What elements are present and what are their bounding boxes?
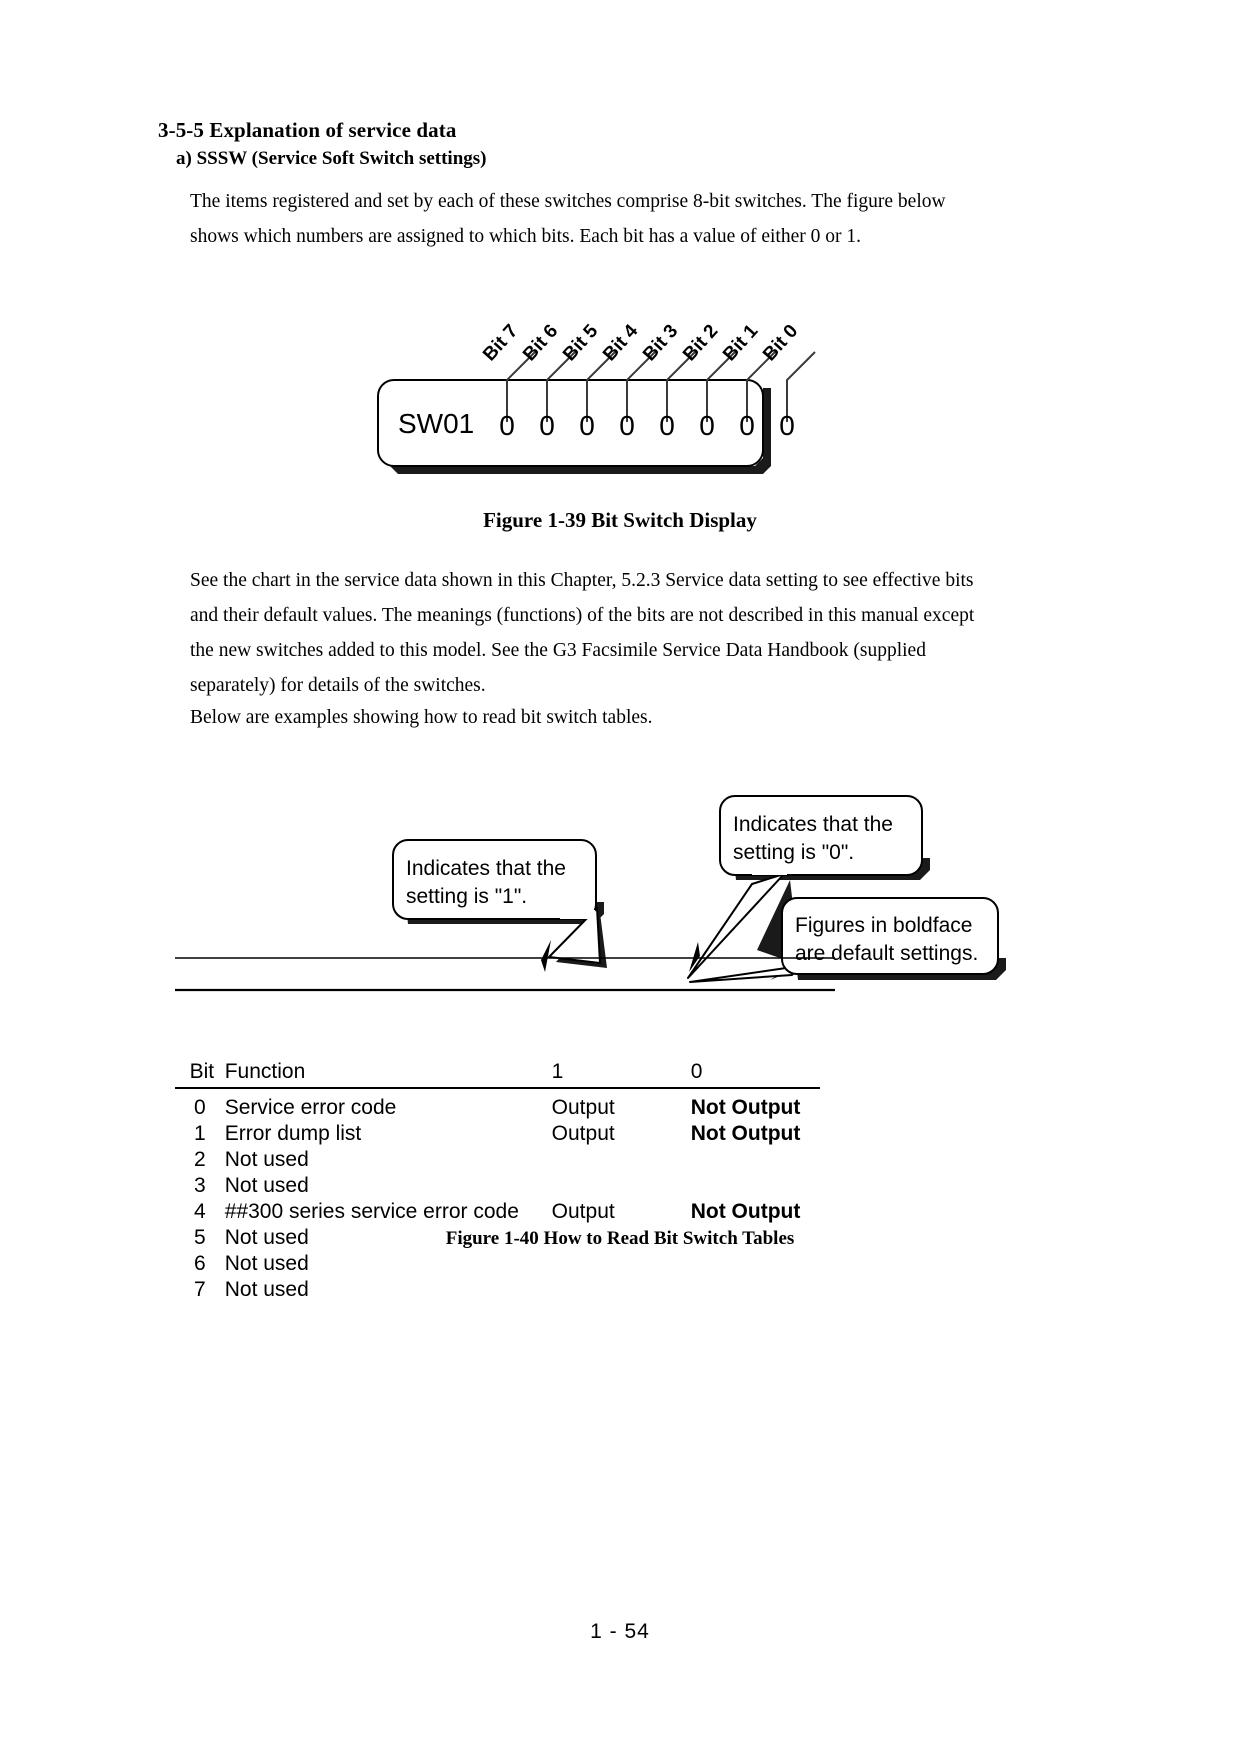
callout-setting-0-line2: setting is "0".: [733, 841, 854, 864]
cell-value-zero: [691, 1277, 820, 1303]
table-row: 0 Service error code Output Not Output: [175, 1088, 820, 1121]
table-row: 6 Not used: [175, 1251, 820, 1277]
callout-setting-1-line2: setting is "1".: [406, 885, 527, 908]
table-row: 2 Not used: [175, 1147, 820, 1173]
paragraph-chart-reference: See the chart in the service data shown …: [190, 570, 975, 696]
bit-label-7: Bit 7: [479, 321, 522, 366]
table-row: 7 Not used: [175, 1277, 820, 1303]
table-body: 0 Service error code Output Not Output 1 Erro…: [175, 1088, 820, 1303]
bit-label-2: Bit 2: [679, 321, 722, 366]
bit-value-2: 0: [699, 410, 715, 441]
cell-value-one: Output: [551, 1096, 615, 1119]
cell-function: Service error code: [224, 1096, 397, 1119]
bit-label-0: Bit 0: [759, 321, 802, 366]
cell-value-one: Output: [551, 1200, 615, 1223]
bit-label-1: Bit 1: [719, 320, 762, 365]
table-head: Bit Function 1 0: [175, 1060, 820, 1089]
bit-value-4: 0: [619, 410, 635, 441]
cell-bit: 7: [194, 1278, 206, 1301]
cell-bit: 3: [194, 1174, 206, 1197]
callout-setting-0-line1: Indicates that the: [733, 813, 893, 836]
paragraph-below-examples: Below are examples showing how to read b…: [190, 707, 653, 728]
bit-labels-group: Bit 7 Bit 6 Bit 5 Bit 4 Bit 3 Bit 2 Bit …: [479, 320, 802, 365]
figure-caption-1-40: Figure 1-40 How to Read Bit Switch Table…: [445, 1228, 795, 1249]
bit-value-5: 0: [579, 410, 595, 441]
bit-value-3: 0: [659, 410, 675, 441]
cell-bit: 4: [194, 1200, 206, 1223]
cell-value-one: [552, 1173, 691, 1199]
cell-function: Error dump list: [224, 1122, 362, 1145]
cell-value-one: [552, 1277, 691, 1303]
table-row: 3 Not used: [175, 1173, 820, 1199]
cell-value-one: Output: [551, 1122, 615, 1145]
page-title: 3-5-5 Explanation of service data: [158, 118, 457, 142]
cell-function: Not used: [224, 1252, 309, 1275]
figure-caption-1-39: Figure 1-39 Bit Switch Display: [483, 508, 757, 532]
cell-value-zero: [691, 1251, 820, 1277]
table-header-row: Bit Function 1 0: [175, 1060, 820, 1089]
cell-value-one: [552, 1251, 691, 1277]
cell-bit: 0: [194, 1096, 206, 1119]
column-header-zero: 0: [690, 1060, 820, 1089]
bit-value-7: 0: [499, 410, 515, 441]
callout-boldface-line2: are default settings.: [795, 942, 978, 965]
cell-function: Not used: [224, 1174, 309, 1197]
bit-value-6: 0: [539, 410, 555, 441]
cell-value-one: [552, 1147, 691, 1173]
cell-bit: 6: [194, 1252, 206, 1275]
bit-label-5: Bit 5: [559, 320, 602, 365]
column-header-bit: Bit: [175, 1060, 225, 1089]
table-row: 1 Error dump list Output Not Output: [175, 1121, 820, 1147]
cell-value-zero: [691, 1147, 820, 1173]
bit-value-0: 0: [779, 410, 795, 441]
cell-value-zero: [691, 1173, 820, 1199]
paragraph-intro: The items registered and set by each of …: [190, 191, 946, 247]
bit-switch-table: Bit Function 1 0 0 Service error code Outp…: [175, 1060, 835, 1303]
bit-label-4: Bit 4: [599, 320, 642, 365]
cell-value-zero: Not Output: [690, 1200, 801, 1223]
column-header-function: Function: [224, 1060, 552, 1089]
figure-bit-switch-display: SW01 0 0 0 0 0 0 0 0 Bit 7 Bit 6 Bit 5 B…: [360, 300, 820, 480]
bit-label-6: Bit 6: [519, 321, 562, 366]
bit-value-1: 0: [739, 410, 755, 441]
cell-function: ##300 series service error code: [224, 1200, 519, 1223]
table-row: 4 ##300 series service error code Output No…: [175, 1199, 820, 1225]
cell-bit: 1: [194, 1122, 206, 1145]
cell-value-zero: Not Output: [690, 1122, 801, 1145]
page-number: 1 - 54: [590, 1620, 650, 1643]
subsection-heading: a) SSSW (Service Soft Switch settings): [176, 148, 487, 169]
cell-function: Not used: [224, 1278, 309, 1301]
document-page: 3-5-5 Explanation of service data a) SSS…: [0, 0, 1240, 1754]
callout-setting-1: Indicates that the setting is "1".: [392, 839, 607, 968]
callout-boldface-line1: Figures in boldface: [795, 914, 972, 937]
column-header-one: 1: [551, 1060, 691, 1089]
cell-bit: 2: [194, 1148, 206, 1171]
table-rules: [175, 957, 835, 992]
callout-setting-1-line1: Indicates that the: [406, 857, 566, 880]
bit-label-3: Bit 3: [639, 321, 682, 366]
cell-function: Not used: [224, 1148, 309, 1171]
cell-value-zero: Not Output: [690, 1096, 801, 1119]
switch-name: SW01: [398, 408, 474, 439]
table: Bit Function 1 0 0 Service error code Outp…: [175, 1060, 820, 1303]
